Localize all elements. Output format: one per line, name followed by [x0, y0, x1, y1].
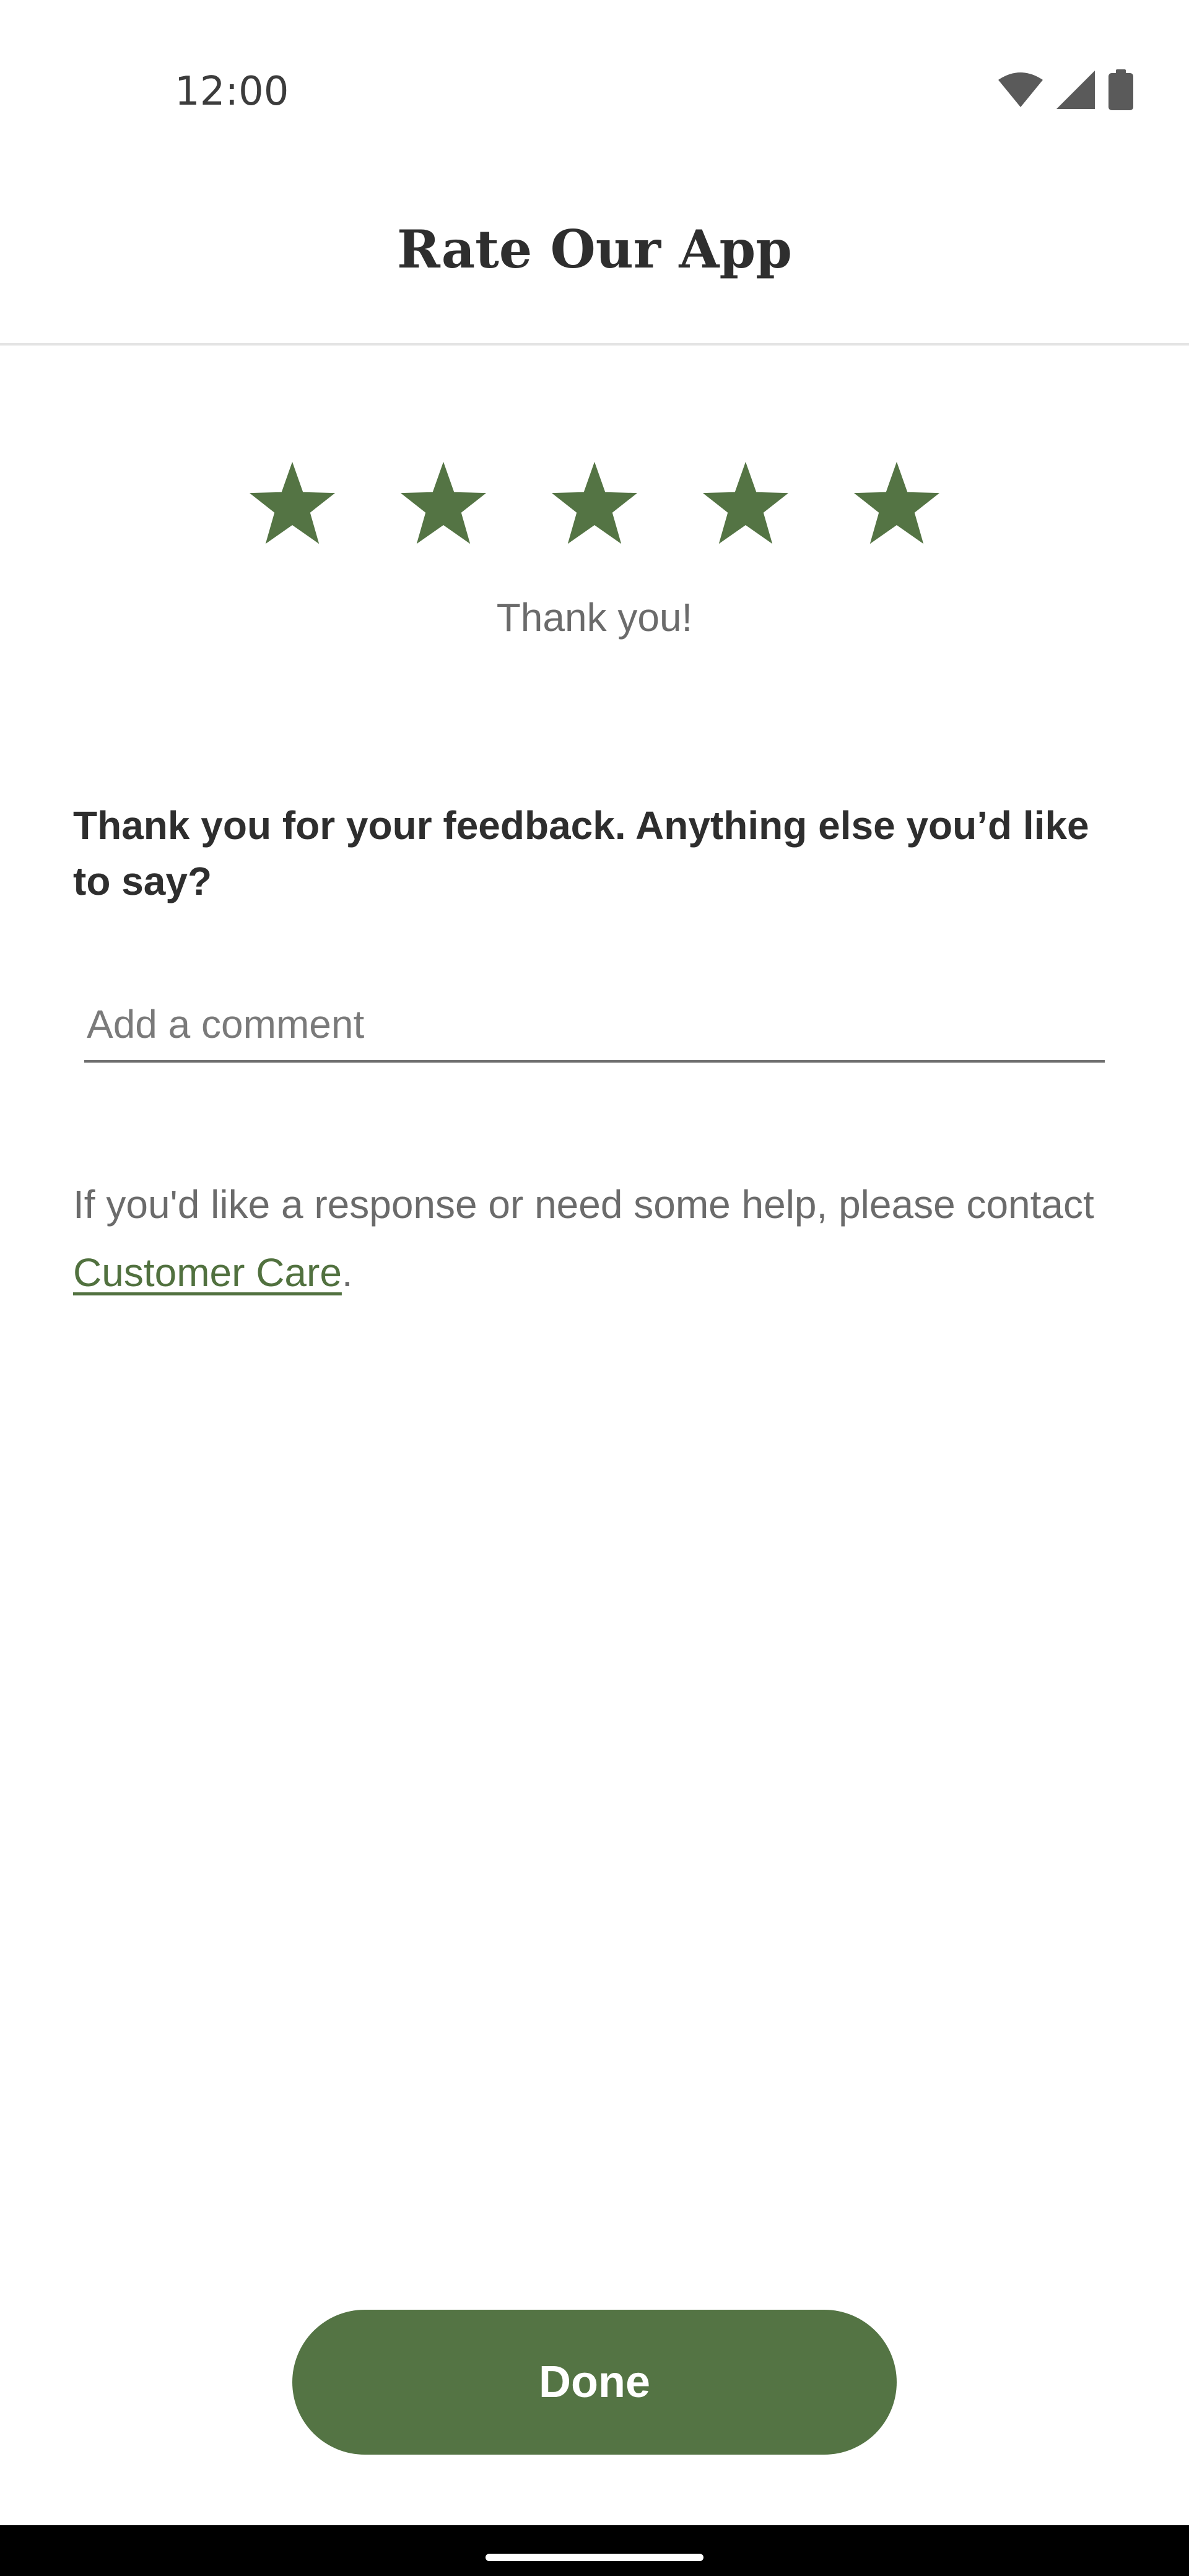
battery-icon [1108, 69, 1133, 110]
customer-care-link[interactable]: Customer Care [73, 1250, 342, 1295]
star-4-icon[interactable] [701, 459, 790, 546]
page-title: Rate Our App [396, 219, 793, 280]
signal-icon [1056, 71, 1095, 109]
header: Rate Our App [0, 180, 1189, 346]
help-text: If you'd like a response or need some he… [73, 1170, 1126, 1307]
comment-input[interactable] [84, 988, 1105, 1063]
star-5-icon[interactable] [852, 459, 941, 546]
status-bar: 12:00 [0, 0, 1189, 180]
star-rating [0, 459, 1189, 546]
feedback-prompt: Thank you for your feedback. Anything el… [73, 803, 1089, 903]
help-text-before: If you'd like a response or need some he… [73, 1182, 1094, 1227]
star-2-icon[interactable] [399, 459, 488, 546]
done-button[interactable]: Done [292, 2310, 897, 2455]
rate-app-screen: 12:00 Rate Our App Thank you! Thank you … [0, 0, 1189, 2576]
wifi-icon [998, 72, 1043, 107]
rating-label: Thank you! [496, 595, 693, 640]
status-time: 12:00 [175, 69, 289, 115]
status-icons [998, 69, 1133, 110]
star-3-icon[interactable] [550, 459, 639, 546]
home-indicator[interactable] [486, 2554, 703, 2561]
navigation-bar [0, 2525, 1189, 2576]
help-text-after: . [341, 1250, 353, 1295]
star-1-icon[interactable] [248, 459, 337, 546]
